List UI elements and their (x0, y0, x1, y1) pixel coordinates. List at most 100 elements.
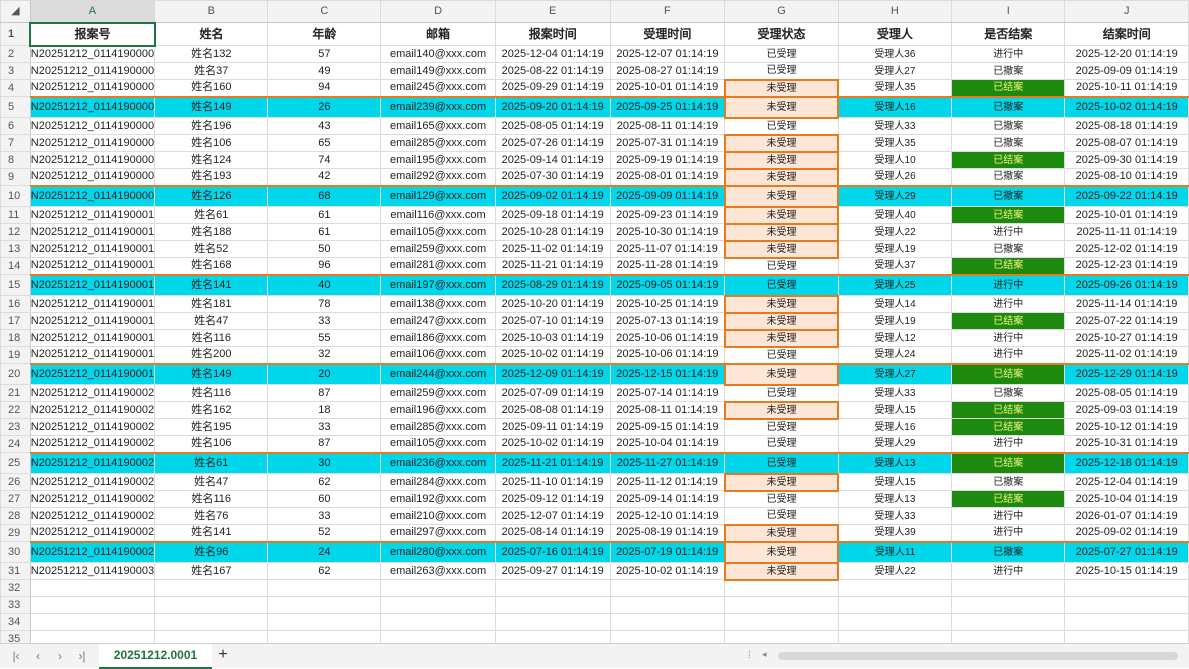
cell-close_time[interactable]: 2025-10-27 01:14:19 (1064, 329, 1189, 347)
prev-sheet-icon[interactable]: ‹ (30, 648, 46, 664)
cell-age[interactable]: 78 (267, 295, 382, 313)
cell-accept[interactable]: 2025-11-28 01:14:19 (609, 257, 726, 275)
cell-age[interactable]: 50 (267, 240, 382, 258)
cell-email[interactable]: email244@xxx.com (380, 362, 496, 385)
row-number[interactable]: 10 (0, 185, 31, 207)
cell-close_time[interactable]: 2025-09-22 01:14:19 (1064, 184, 1189, 207)
cell-report[interactable]: 2025-09-20 01:14:19 (494, 95, 611, 118)
cell-age[interactable]: 18 (267, 401, 382, 419)
cell-email[interactable]: email239@xxx.com (380, 95, 496, 118)
empty-cell[interactable] (494, 596, 611, 614)
cell-status[interactable]: 未受理 (723, 540, 840, 564)
first-sheet-icon[interactable]: |‹ (8, 648, 24, 664)
row-number[interactable]: 29 (0, 524, 31, 542)
cell-report[interactable]: 2025-12-07 01:14:19 (494, 507, 611, 525)
cell-close_time[interactable]: 2025-12-18 01:14:19 (1064, 451, 1189, 474)
cell-report[interactable]: 2025-07-16 01:14:19 (494, 540, 611, 563)
cell-name[interactable]: 姓名106 (154, 134, 269, 152)
cell-id[interactable]: N20251212_0114190001 (29, 312, 156, 330)
row-number[interactable]: 19 (0, 346, 31, 364)
cell-report[interactable]: 2025-08-14 01:14:19 (494, 524, 611, 542)
cell-age[interactable]: 94 (267, 79, 382, 97)
cell-id[interactable]: N20251212_0114190001 (29, 240, 156, 258)
cell-id[interactable]: N20251212_0114190000 (29, 168, 156, 186)
row-number[interactable]: 30 (0, 541, 31, 563)
empty-cell[interactable] (724, 596, 839, 614)
cell-status[interactable]: 未受理 (723, 472, 840, 492)
cell-handler[interactable]: 受理人22 (837, 562, 953, 580)
spreadsheet-grid[interactable]: ◢ A B C D E F G H I J 1 报案号 姓名 年龄 邮箱 报案时间 受理时间 受理状态 受理人 是否结案… (0, 0, 1189, 648)
cell-report[interactable]: 2025-09-18 01:14:19 (494, 206, 611, 224)
row-number[interactable]: 27 (0, 490, 31, 508)
cell-email[interactable]: email105@xxx.com (380, 223, 496, 241)
row-number[interactable]: 23 (0, 418, 31, 436)
row-number[interactable]: 17 (0, 312, 31, 330)
cell-age[interactable]: 60 (267, 490, 382, 508)
cell-status[interactable]: 已受理 (724, 346, 839, 364)
cell-status[interactable]: 已受理 (724, 490, 839, 508)
cell-closed[interactable]: 已结案 (950, 151, 1066, 169)
cell-report[interactable]: 2025-10-02 01:14:19 (494, 435, 611, 453)
cell-accept[interactable]: 2025-11-12 01:14:19 (609, 473, 726, 491)
cell-id[interactable]: N20251212_0114190001 (29, 257, 156, 275)
cell-close_time[interactable]: 2025-08-07 01:14:19 (1064, 134, 1189, 152)
cell-name[interactable]: 姓名126 (154, 184, 269, 207)
cell-closed[interactable]: 已撤案 (950, 240, 1066, 258)
cell-closed[interactable]: 已撤案 (950, 540, 1066, 563)
row-number[interactable]: 18 (0, 329, 31, 347)
header-cell[interactable]: 受理状态 (724, 22, 839, 46)
cell-id[interactable]: N20251212_0114190002 (29, 401, 156, 419)
cell-name[interactable]: 姓名61 (154, 451, 269, 474)
cell-id[interactable]: N20251212_0114190003 (29, 562, 156, 580)
cell-report[interactable]: 2025-11-21 01:14:19 (494, 451, 611, 474)
cell-closed[interactable]: 已结案 (950, 401, 1066, 419)
cell-handler[interactable]: 受理人19 (837, 240, 953, 258)
cell-accept[interactable]: 2025-11-07 01:14:19 (609, 240, 726, 258)
empty-cell[interactable] (609, 579, 726, 597)
cell-handler[interactable]: 受理人40 (837, 206, 953, 224)
cell-handler[interactable]: 受理人36 (837, 45, 953, 63)
row-number[interactable]: 16 (0, 295, 31, 313)
cell-email[interactable]: email116@xxx.com (380, 206, 496, 224)
cell-age[interactable]: 62 (267, 473, 382, 491)
cell-status[interactable]: 已受理 (724, 117, 839, 135)
cell-id[interactable]: N20251212_0114190001 (29, 329, 156, 347)
cell-email[interactable]: email129@xxx.com (380, 184, 496, 207)
cell-name[interactable]: 姓名167 (154, 562, 269, 580)
row-number[interactable]: 2 (0, 45, 31, 63)
cell-handler[interactable]: 受理人15 (837, 473, 953, 491)
column-header-i[interactable]: I (950, 0, 1066, 23)
cell-handler[interactable]: 受理人33 (837, 117, 953, 135)
row-number[interactable]: 7 (0, 134, 31, 152)
cell-id[interactable]: N20251212_0114190002 (29, 524, 156, 542)
cell-accept[interactable]: 2025-07-19 01:14:19 (609, 540, 726, 563)
cell-closed[interactable]: 已结案 (950, 490, 1066, 508)
cell-accept[interactable]: 2025-12-07 01:14:19 (609, 45, 726, 63)
cell-accept[interactable]: 2025-09-15 01:14:19 (609, 418, 726, 436)
cell-close_time[interactable]: 2025-11-02 01:14:19 (1064, 346, 1189, 364)
cell-handler[interactable]: 受理人11 (837, 540, 953, 563)
empty-cell[interactable] (380, 596, 496, 614)
cell-email[interactable]: email285@xxx.com (380, 418, 496, 436)
cell-id[interactable]: N20251212_0114190002 (29, 435, 156, 453)
cell-report[interactable]: 2025-11-21 01:14:19 (494, 257, 611, 275)
cell-report[interactable]: 2025-08-29 01:14:19 (494, 273, 611, 296)
cell-email[interactable]: email281@xxx.com (380, 257, 496, 275)
cell-accept[interactable]: 2025-08-01 01:14:19 (609, 168, 726, 186)
empty-cell[interactable] (380, 579, 496, 597)
cell-handler[interactable]: 受理人13 (837, 451, 953, 474)
cell-age[interactable]: 62 (267, 562, 382, 580)
cell-close_time[interactable]: 2025-12-20 01:14:19 (1064, 45, 1189, 63)
row-number[interactable]: 32 (0, 579, 31, 597)
cell-age[interactable]: 24 (267, 540, 382, 563)
cell-close_time[interactable]: 2025-08-05 01:14:19 (1064, 384, 1189, 402)
empty-cell[interactable] (609, 596, 726, 614)
cell-id[interactable]: N20251212_0114190000 (29, 79, 156, 97)
cell-email[interactable]: email197@xxx.com (380, 273, 496, 296)
row-number[interactable]: 20 (0, 363, 31, 385)
cell-handler[interactable]: 受理人22 (837, 223, 953, 241)
empty-cell[interactable] (29, 579, 156, 597)
cell-age[interactable]: 32 (267, 346, 382, 364)
cell-closed[interactable]: 已撤案 (950, 62, 1066, 80)
empty-cell[interactable] (837, 579, 953, 597)
